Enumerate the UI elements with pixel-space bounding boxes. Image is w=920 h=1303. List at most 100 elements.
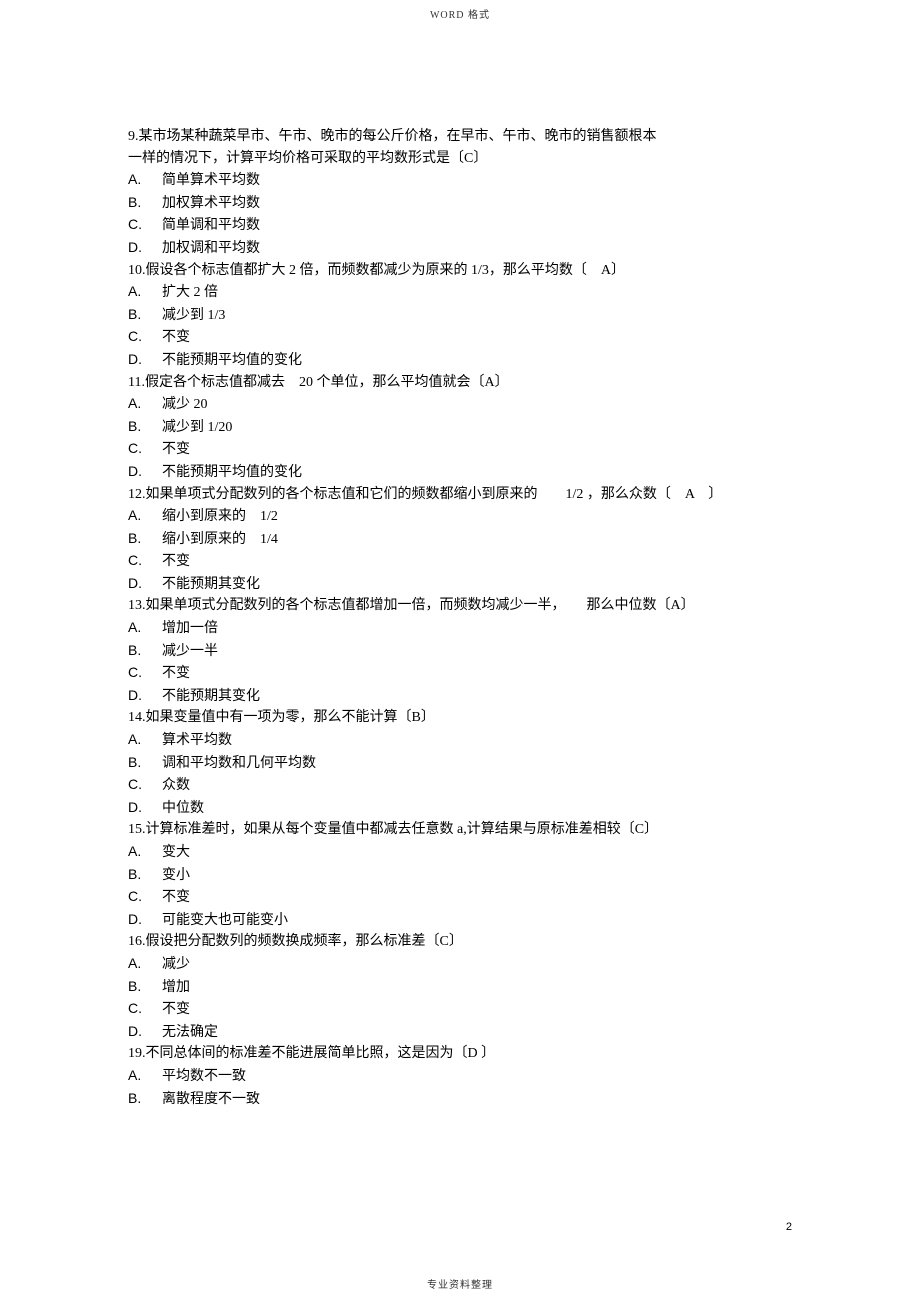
option: B.缩小到原来的 1/4 [128,529,792,550]
question-text: 16.假设把分配数列的频数换成频率，那么标准差〔C〕 [128,932,792,952]
option-text: 中位数 [150,799,204,819]
page-header: WORD 格式 [128,0,792,21]
option: C.不变 [128,327,792,348]
option-text: 平均数不一致 [150,1067,246,1087]
option-letter: A. [128,394,150,414]
option-letter: D. [128,574,150,594]
option: A.扩大 2 倍 [128,282,792,303]
option: D.不能预期平均值的变化 [128,462,792,483]
document-page: WORD 格式 9.某市场某种蔬菜早市、午市、晚市的每公斤价格，在早市、午市、晚… [0,0,920,1303]
option-text: 加权调和平均数 [150,239,260,259]
option-letter: A. [128,954,150,974]
option-text: 变大 [150,843,190,863]
option: D.中位数 [128,798,792,819]
option-letter: D. [128,686,150,706]
option-letter: B. [128,865,150,885]
option-text: 不变 [150,664,190,684]
option: A.平均数不一致 [128,1066,792,1087]
option-letter: D. [128,238,150,258]
option: C.不变 [128,887,792,908]
option: A.减少 20 [128,394,792,415]
option-text: 不变 [150,552,190,572]
option: B.调和平均数和几何平均数 [128,753,792,774]
option-text: 众数 [150,776,190,796]
option-letter: C. [128,551,150,571]
option-text: 不变 [150,1000,190,1020]
option: A.算术平均数 [128,730,792,751]
option-text: 不变 [150,328,190,348]
option-text: 减少到 1/3 [150,306,225,326]
option: D.可能变大也可能变小 [128,910,792,931]
option: A.变大 [128,842,792,863]
option-text: 减少一半 [150,642,218,662]
option-text: 调和平均数和几何平均数 [150,754,316,774]
option-letter: D. [128,798,150,818]
option: A.缩小到原来的 1/2 [128,506,792,527]
option-text: 增加 [150,978,190,998]
option: C.简单调和平均数 [128,215,792,236]
option-letter: C. [128,215,150,235]
option-letter: A. [128,506,150,526]
question-text: 13.如果单项式分配数列的各个标志值都增加一倍，而频数均减少一半， 那么中位数〔… [128,596,792,616]
option-letter: D. [128,910,150,930]
option-letter: C. [128,327,150,347]
option: D.加权调和平均数 [128,238,792,259]
option: C.不变 [128,999,792,1020]
option-letter: A. [128,282,150,302]
option-letter: B. [128,193,150,213]
option-letter: A. [128,1066,150,1086]
option-letter: A. [128,730,150,750]
option-text: 简单调和平均数 [150,216,260,236]
option-letter: B. [128,977,150,997]
option-letter: C. [128,887,150,907]
option-text: 简单算术平均数 [150,171,260,191]
option: C.不变 [128,439,792,460]
page-number: 2 [786,1221,792,1233]
option-text: 不变 [150,888,190,908]
option-text: 离散程度不一致 [150,1090,260,1110]
question-text: 15.计算标准差时，如果从每个变量值中都减去任意数 a,计算结果与原标准差相较〔… [128,820,792,840]
option-letter: A. [128,842,150,862]
option: D.不能预期其变化 [128,574,792,595]
option-text: 扩大 2 倍 [150,283,218,303]
option-text: 不能预期平均值的变化 [150,351,302,371]
option: D.无法确定 [128,1022,792,1043]
option-text: 加权算术平均数 [150,194,260,214]
option-text: 不能预期平均值的变化 [150,463,302,483]
option-letter: C. [128,663,150,683]
option: C.众数 [128,775,792,796]
option: B.变小 [128,865,792,886]
question-text: 19.不同总体间的标准差不能进展简单比照，这是因为〔D 〕 [128,1044,792,1064]
option: D.不能预期平均值的变化 [128,350,792,371]
option-letter: A. [128,618,150,638]
option-letter: B. [128,305,150,325]
option-letter: B. [128,753,150,773]
option-text: 增加一倍 [150,619,218,639]
option: C.不变 [128,663,792,684]
option: B.离散程度不一致 [128,1089,792,1110]
content-area: 9.某市场某种蔬菜早市、午市、晚市的每公斤价格，在早市、午市、晚市的销售额根本 … [128,21,792,1109]
question-text: 12.如果单项式分配数列的各个标志值和它们的频数都缩小到原来的 1/2 ，那么众… [128,485,792,505]
option: D.不能预期其变化 [128,686,792,707]
option-text: 不变 [150,440,190,460]
option-letter: D. [128,1022,150,1042]
option-text: 减少 [150,955,190,975]
question-text: 9.某市场某种蔬菜早市、午市、晚市的每公斤价格，在早市、午市、晚市的销售额根本 [128,127,792,147]
question-text: 11.假定各个标志值都减去 20 个单位，那么平均值就会〔A〕 [128,373,792,393]
option-text: 缩小到原来的 1/4 [150,530,278,550]
option: A.简单算术平均数 [128,170,792,191]
question-text: 10.假设各个标志值都扩大 2 倍，而频数都减少为原来的 1/3，那么平均数〔 … [128,261,792,281]
option-text: 不能预期其变化 [150,687,260,707]
option: B.减少到 1/3 [128,305,792,326]
question-text: 14.如果变量值中有一项为零，那么不能计算〔B〕 [128,708,792,728]
option-letter: B. [128,1089,150,1109]
option-text: 算术平均数 [150,731,232,751]
option-letter: A. [128,170,150,190]
option-text: 减少到 1/20 [150,418,232,438]
option-letter: B. [128,529,150,549]
option-text: 减少 20 [150,395,208,415]
question-text: 一样的情况下，计算平均价格可采取的平均数形式是〔C〕 [128,149,792,169]
option: A.增加一倍 [128,618,792,639]
option: B.减少到 1/20 [128,417,792,438]
option: A.减少 [128,954,792,975]
